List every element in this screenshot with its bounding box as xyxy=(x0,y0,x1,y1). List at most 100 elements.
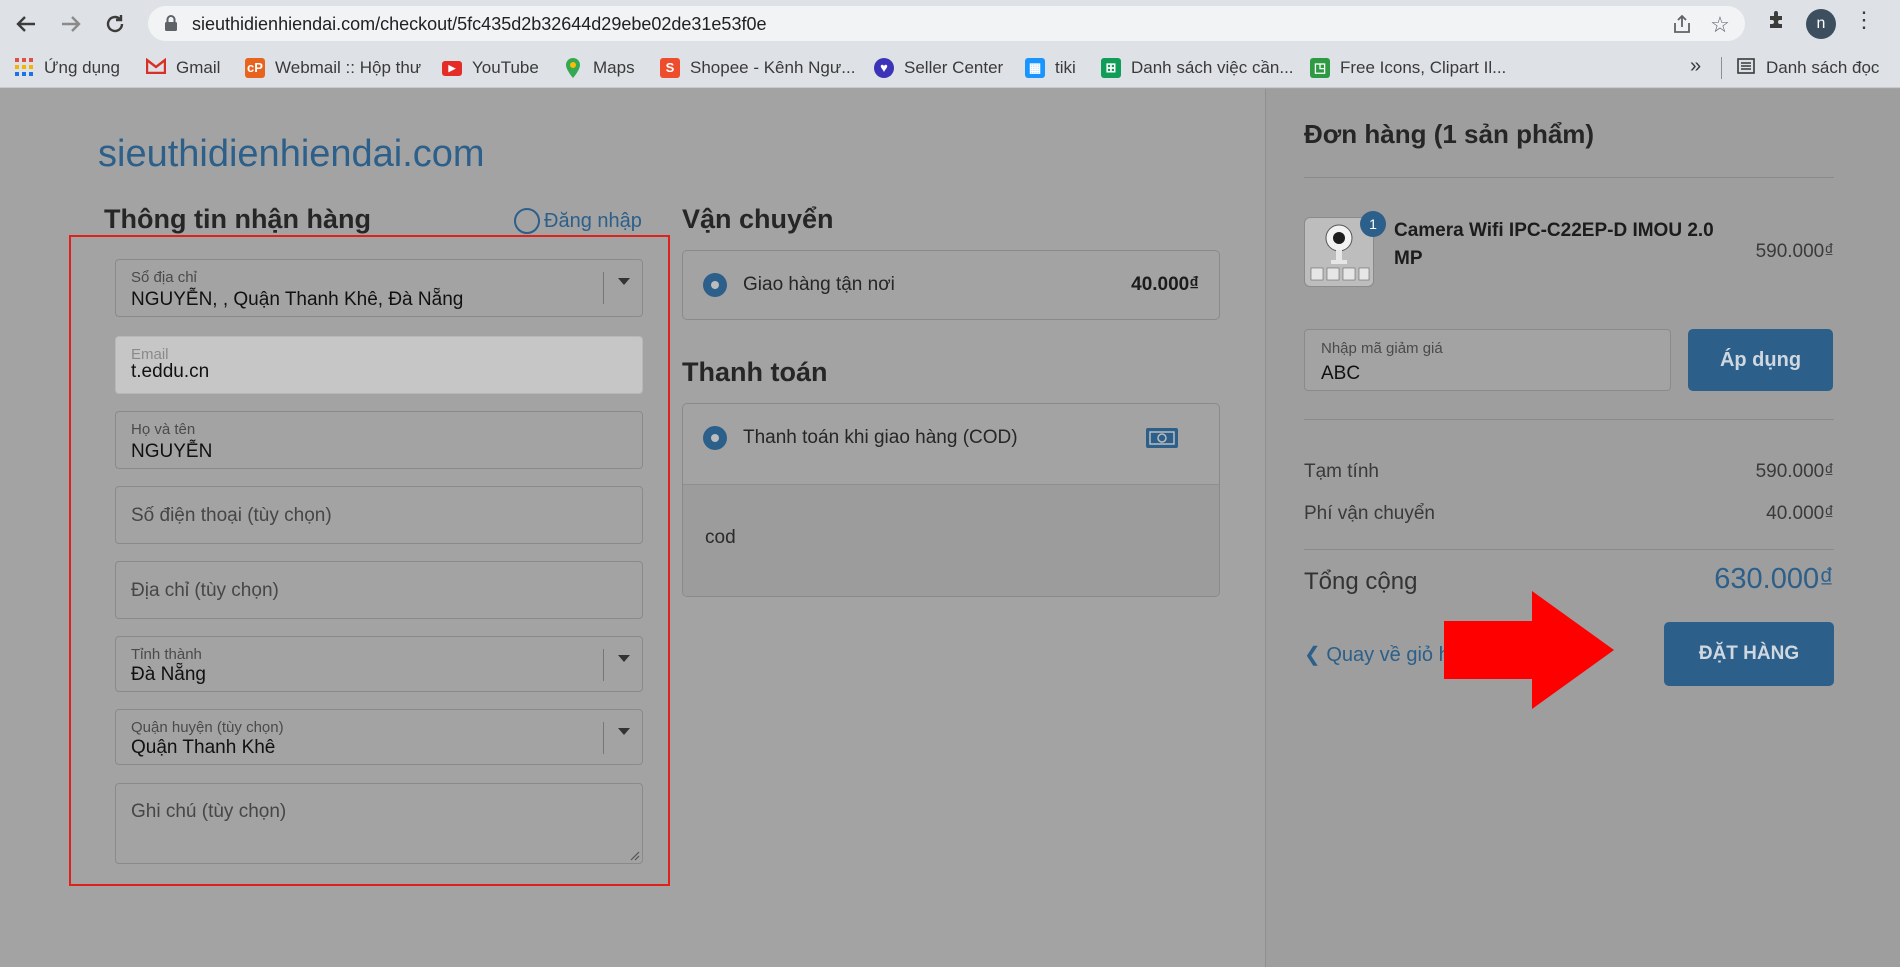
place-order-button[interactable]: ĐẶT HÀNG xyxy=(1664,622,1834,686)
bookmark-label: YouTube xyxy=(472,58,539,77)
province-select[interactable]: Tỉnh thành Đà Nẵng xyxy=(115,636,643,692)
gmail-icon xyxy=(145,57,167,78)
field-value: t.eddu.cn xyxy=(131,361,210,382)
resize-handle-icon[interactable] xyxy=(628,849,640,861)
seller-center-icon: ♥ xyxy=(874,58,894,78)
shipping-option[interactable]: Giao hàng tận nơi 40.000₫ xyxy=(682,250,1220,320)
bookmark-gmail[interactable]: Gmail xyxy=(145,56,221,80)
total-value: 630.000₫ xyxy=(1714,563,1834,595)
divider xyxy=(603,722,604,754)
coupon-input[interactable]: Nhập mã giảm giá ABC xyxy=(1304,329,1671,391)
phone-field[interactable]: Số điện thoại (tùy chọn) xyxy=(115,486,643,544)
bookmark-label: Danh sách việc cần... xyxy=(1131,58,1294,77)
bookmark-label: Maps xyxy=(593,58,635,77)
subtotal-row: Tạm tính 590.000₫ xyxy=(1304,461,1834,483)
radio-selected[interactable] xyxy=(703,273,727,297)
shipping-fee-label: Phí vận chuyển xyxy=(1304,503,1435,524)
shipping-option-label: Giao hàng tận nơi xyxy=(743,274,895,295)
field-label: Họ và tên xyxy=(131,421,196,438)
bookmark-webmail[interactable]: cP Webmail :: Hộp thư xyxy=(245,56,421,80)
profile-avatar[interactable]: n xyxy=(1806,9,1836,39)
payment-heading: Thanh toán xyxy=(682,357,828,387)
site-title[interactable]: sieuthidienhiendai.com xyxy=(98,133,485,176)
shipping-fee-row: Phí vận chuyển 40.000₫ xyxy=(1304,503,1834,525)
bookmark-sheets[interactable]: ⊞ Danh sách việc cần... xyxy=(1101,56,1294,80)
reading-list-icon xyxy=(1736,58,1756,78)
subtotal-value: 590.000₫ xyxy=(1755,461,1834,482)
bookmark-seller-center[interactable]: ♥ Seller Center xyxy=(874,56,1003,80)
payment-option-label: Thanh toán khi giao hàng (COD) xyxy=(743,427,1018,448)
kebab-menu-icon[interactable]: ⋮ xyxy=(1853,7,1875,33)
bookmark-shopee[interactable]: S Shopee - Kênh Ngư... xyxy=(660,56,855,80)
share-icon[interactable] xyxy=(1671,14,1693,36)
bookmark-youtube[interactable]: ▶ YouTube xyxy=(442,56,539,80)
bookmark-label: tiki xyxy=(1055,58,1076,77)
payment-option[interactable]: Thanh toán khi giao hàng (COD) cod xyxy=(682,403,1220,597)
login-link[interactable]: Đăng nhập xyxy=(514,208,642,234)
radio-selected[interactable] xyxy=(703,426,727,450)
field-placeholder: Địa chỉ (tùy chọn) xyxy=(131,580,279,601)
shipping-info-heading: Thông tin nhận hàng xyxy=(104,204,371,234)
order-heading: Đơn hàng (1 sản phẩm) xyxy=(1304,119,1595,149)
tiki-icon: ▦ xyxy=(1025,58,1045,78)
email-field[interactable]: Email t.eddu.cn xyxy=(115,336,643,394)
cash-icon xyxy=(1146,428,1178,448)
bookmark-star-icon[interactable]: ☆ xyxy=(1709,14,1731,36)
bookmark-label: Gmail xyxy=(176,58,221,77)
bookmark-tiki[interactable]: ▦ tiki xyxy=(1025,56,1076,80)
product-name: Camera Wifi IPC-C22EP-D IMOU 2.0 MP xyxy=(1394,220,1714,269)
reading-list-label: Danh sách đọc xyxy=(1766,58,1880,77)
bookmarks-overflow-button[interactable]: » xyxy=(1690,55,1701,78)
note-textarea[interactable]: Ghi chú (tùy chọn) xyxy=(115,783,643,864)
fullname-field[interactable]: Họ và tên NGUYỄN xyxy=(115,411,643,469)
divider xyxy=(1721,57,1722,79)
webmail-icon: cP xyxy=(245,58,265,78)
extensions-icon[interactable] xyxy=(1762,9,1792,39)
url-text: sieuthidienhiendai.com/checkout/5fc435d2… xyxy=(192,14,767,34)
bookmarks-bar: Ứng dụng Gmail cP Webmail :: Hộp thư ▶ Y… xyxy=(0,47,1900,88)
forward-arrow-icon[interactable] xyxy=(56,9,86,39)
address-field[interactable]: Địa chỉ (tùy chọn) xyxy=(115,561,643,619)
bookmark-apps[interactable]: Ứng dụng xyxy=(14,56,120,80)
bookmark-label: Seller Center xyxy=(904,58,1004,77)
field-value: Quận Thanh Khê xyxy=(131,737,276,758)
shipping-option-price: 40.000₫ xyxy=(1131,274,1199,295)
field-placeholder: Ghi chú (tùy chọn) xyxy=(131,801,287,822)
field-value: NGUYỄN, , Quận Thanh Khê, Đà Nẵng xyxy=(131,289,464,310)
field-placeholder: Số điện thoại (tùy chọn) xyxy=(131,505,332,526)
payment-detail-text: cod xyxy=(705,527,736,548)
divider xyxy=(1304,419,1834,420)
back-arrow-icon[interactable] xyxy=(11,9,41,39)
shipping-heading: Vận chuyển xyxy=(682,204,834,234)
address-book-select[interactable]: Sổ địa chỉ NGUYỄN, , Quận Thanh Khê, Đà … xyxy=(115,259,643,317)
quantity-badge: 1 xyxy=(1360,211,1386,237)
annotation-arrow-icon xyxy=(1444,591,1614,709)
apply-coupon-button[interactable]: Áp dụng xyxy=(1688,329,1833,391)
field-value: Đà Nẵng xyxy=(131,664,206,685)
total-label: Tổng cộng xyxy=(1304,568,1418,595)
chevron-down-icon xyxy=(618,728,630,735)
divider xyxy=(603,272,604,304)
bookmark-freeicons[interactable]: ◳ Free Icons, Clipart Il... xyxy=(1310,56,1506,80)
district-select[interactable]: Quận huyện (tùy chọn) Quận Thanh Khê xyxy=(115,709,643,765)
field-label: Nhập mã giảm giá xyxy=(1321,340,1443,357)
field-label: Quận huyện (tùy chọn) xyxy=(131,719,284,736)
divider xyxy=(1304,177,1834,178)
bookmark-label: Free Icons, Clipart Il... xyxy=(1340,58,1507,77)
browser-toolbar: sieuthidienhiendai.com/checkout/5fc435d2… xyxy=(0,0,1900,47)
sheets-icon: ⊞ xyxy=(1101,58,1121,78)
bookmark-label: Shopee - Kênh Ngư... xyxy=(690,58,856,77)
field-value: NGUYỄN xyxy=(131,441,213,462)
checkout-page: sieuthidienhiendai.com Thông tin nhận hà… xyxy=(0,89,1900,967)
maps-icon xyxy=(563,58,583,78)
youtube-icon: ▶ xyxy=(442,60,462,76)
address-bar[interactable]: sieuthidienhiendai.com/checkout/5fc435d2… xyxy=(148,6,1745,41)
shopee-icon: S xyxy=(660,58,680,78)
product-price: 590.000₫ xyxy=(1755,241,1834,262)
field-label: Sổ địa chỉ xyxy=(131,269,197,286)
reading-list-button[interactable]: Danh sách đọc xyxy=(1736,56,1879,80)
subtotal-label: Tạm tính xyxy=(1304,461,1379,482)
bookmark-maps[interactable]: Maps xyxy=(563,56,635,80)
field-label: Tỉnh thành xyxy=(131,646,202,663)
reload-icon[interactable] xyxy=(100,9,130,39)
